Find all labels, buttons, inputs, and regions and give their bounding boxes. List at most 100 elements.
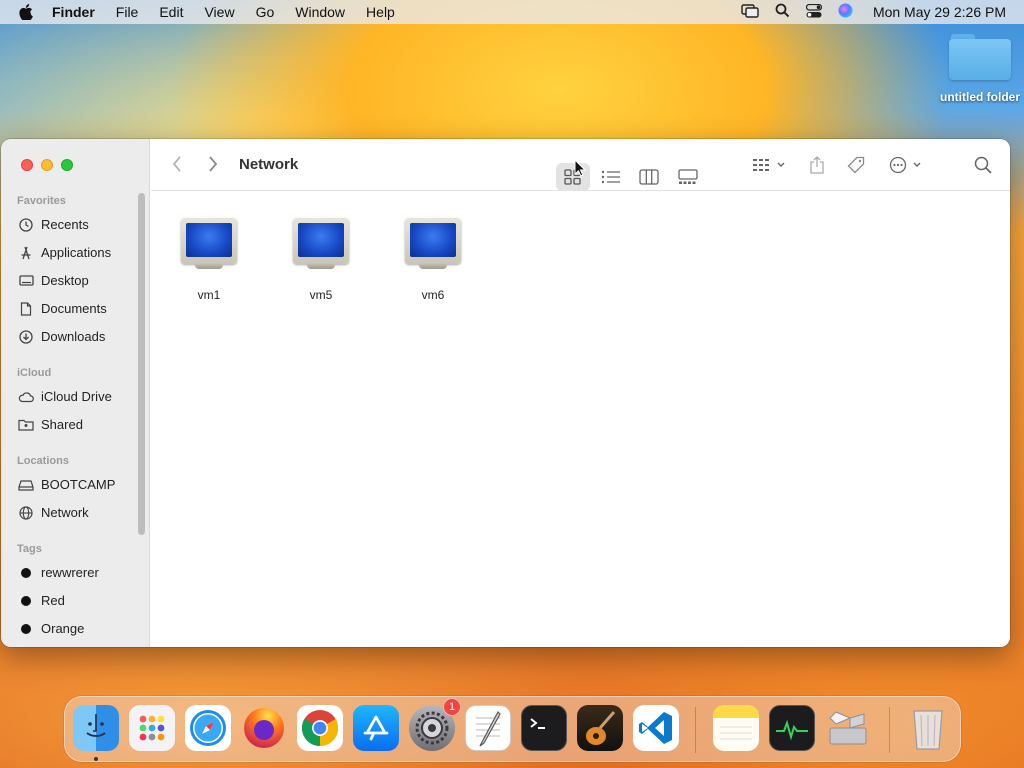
sidebar-item-network[interactable]: Network [17,505,89,520]
desktop-folder-label: untitled folder [940,90,1020,104]
dock-boot-camp-assistant-icon[interactable] [825,705,871,751]
share-icon[interactable] [805,151,829,179]
download-icon [17,329,35,344]
menu-help[interactable]: Help [366,4,395,20]
sidebar-item-bootcamp[interactable]: BOOTCAMP [17,477,115,492]
gallery-view-button[interactable] [670,163,706,191]
sidebar-item-label: Orange [41,621,85,636]
spotlight-search-icon[interactable] [775,3,790,21]
folder-icon [949,34,1011,80]
sidebar-header-locations: Locations [17,455,69,467]
menu-window[interactable]: Window [295,4,345,20]
search-icon[interactable] [969,151,997,179]
network-computer-vm1[interactable]: vm1 [169,218,249,302]
network-computer-vm6[interactable]: vm6 [393,218,473,302]
column-view-button[interactable] [632,163,666,191]
menu-file[interactable]: File [116,4,139,20]
dock: 1 [64,696,961,762]
apple-menu-icon[interactable] [0,4,52,20]
running-indicator [94,757,98,761]
network-computer-vm5[interactable]: vm5 [281,218,361,302]
sidebar-item-applications[interactable]: Applications [17,245,111,260]
sidebar-item-label: Applications [41,245,112,260]
sidebar-item-label: Downloads [41,329,106,344]
document-icon [17,301,35,316]
menu-bar: Finder File Edit View Go Window Help Mon… [0,0,1024,24]
menu-view[interactable]: View [204,4,234,20]
dock-app-store-icon[interactable] [353,705,399,751]
sidebar-item-documents[interactable]: Documents [17,301,107,316]
dock-textedit-icon[interactable] [465,705,511,751]
notification-badge: 1 [443,698,461,716]
sidebar-header-tags: Tags [17,543,42,555]
dock-vscode-icon[interactable] [633,705,679,751]
sidebar-item-shared[interactable]: Shared [17,417,83,432]
dock-activity-monitor-icon[interactable] [769,705,815,751]
dock-firefox-icon[interactable] [241,705,287,751]
forward-button[interactable] [207,155,219,179]
screen-mirroring-icon[interactable] [741,3,759,21]
dock-launchpad-icon[interactable] [129,705,175,751]
dock-chrome-icon[interactable] [297,705,343,751]
dock-garageband-icon[interactable] [577,705,623,751]
finder-window: Favorites Recents Applications Desktop D… [1,139,1010,647]
close-window-button[interactable] [21,159,33,171]
dock-finder-icon[interactable] [73,705,119,751]
menu-edit[interactable]: Edit [159,4,183,20]
sidebar-item-label: Recents [41,217,89,232]
sidebar-item-downloads[interactable]: Downloads [17,329,105,344]
tag-dot-icon [21,595,31,606]
zoom-window-button[interactable] [61,159,73,171]
tag-dot-icon [21,623,31,634]
cloud-icon [17,390,35,404]
desktop-folder[interactable]: untitled folder [935,34,1024,104]
sidebar-item-label: Shared [41,417,83,432]
dock-terminal-icon[interactable] [521,705,567,751]
more-actions-button[interactable] [886,151,926,179]
sidebar-item-recents[interactable]: Recents [17,217,89,232]
dock-separator [889,707,890,753]
dock-safari-icon[interactable] [185,705,231,751]
sidebar-item-label: rewwrerer [41,565,99,580]
dock-separator [695,707,696,753]
menu-finder[interactable]: Finder [52,4,95,20]
sidebar-item-label: BOOTCAMP [41,477,116,492]
sidebar-tag-orange[interactable]: Orange [17,621,84,636]
computer-monitor-icon [405,218,461,270]
minimize-window-button[interactable] [41,159,53,171]
group-by-button[interactable] [749,151,789,179]
sidebar-item-label: Network [41,505,89,520]
sidebar-item-label: Desktop [41,273,89,288]
globe-icon [17,505,35,520]
disk-icon [17,478,35,492]
menu-go[interactable]: Go [256,4,275,20]
dock-system-settings-icon[interactable]: 1 [409,698,461,751]
computer-label: vm1 [197,288,221,302]
computer-label: vm6 [421,288,445,302]
siri-icon[interactable] [838,3,853,21]
sidebar-item-icloud-drive[interactable]: iCloud Drive [17,389,112,404]
sidebar-item-desktop[interactable]: Desktop [17,273,89,288]
tag-icon[interactable] [844,151,868,179]
sidebar-header-favorites: Favorites [17,195,66,207]
shared-folder-icon [17,418,35,432]
sidebar-tag-rewwrerer[interactable]: rewwrerer [17,565,99,580]
mouse-cursor-icon [574,158,587,182]
sidebar-item-label: iCloud Drive [41,389,112,404]
file-area: vm1 vm5 vm6 [151,192,1010,647]
sidebar-scrollbar[interactable] [138,193,145,535]
computer-monitor-icon [293,218,349,270]
traffic-lights [21,159,73,171]
sidebar: Favorites Recents Applications Desktop D… [1,139,150,647]
dock-trash-icon[interactable] [905,705,951,751]
control-center-icon[interactable] [805,3,823,21]
back-button[interactable] [171,155,183,179]
applications-icon [17,246,35,260]
desktop-icon [17,274,35,288]
computer-label: vm5 [309,288,333,302]
sidebar-header-icloud: iCloud [17,367,52,379]
sidebar-tag-red[interactable]: Red [17,593,65,608]
list-view-button[interactable] [594,163,628,191]
menu-clock[interactable]: Mon May 29 2:26 PM [873,4,1006,20]
dock-notes-icon[interactable] [713,705,759,751]
